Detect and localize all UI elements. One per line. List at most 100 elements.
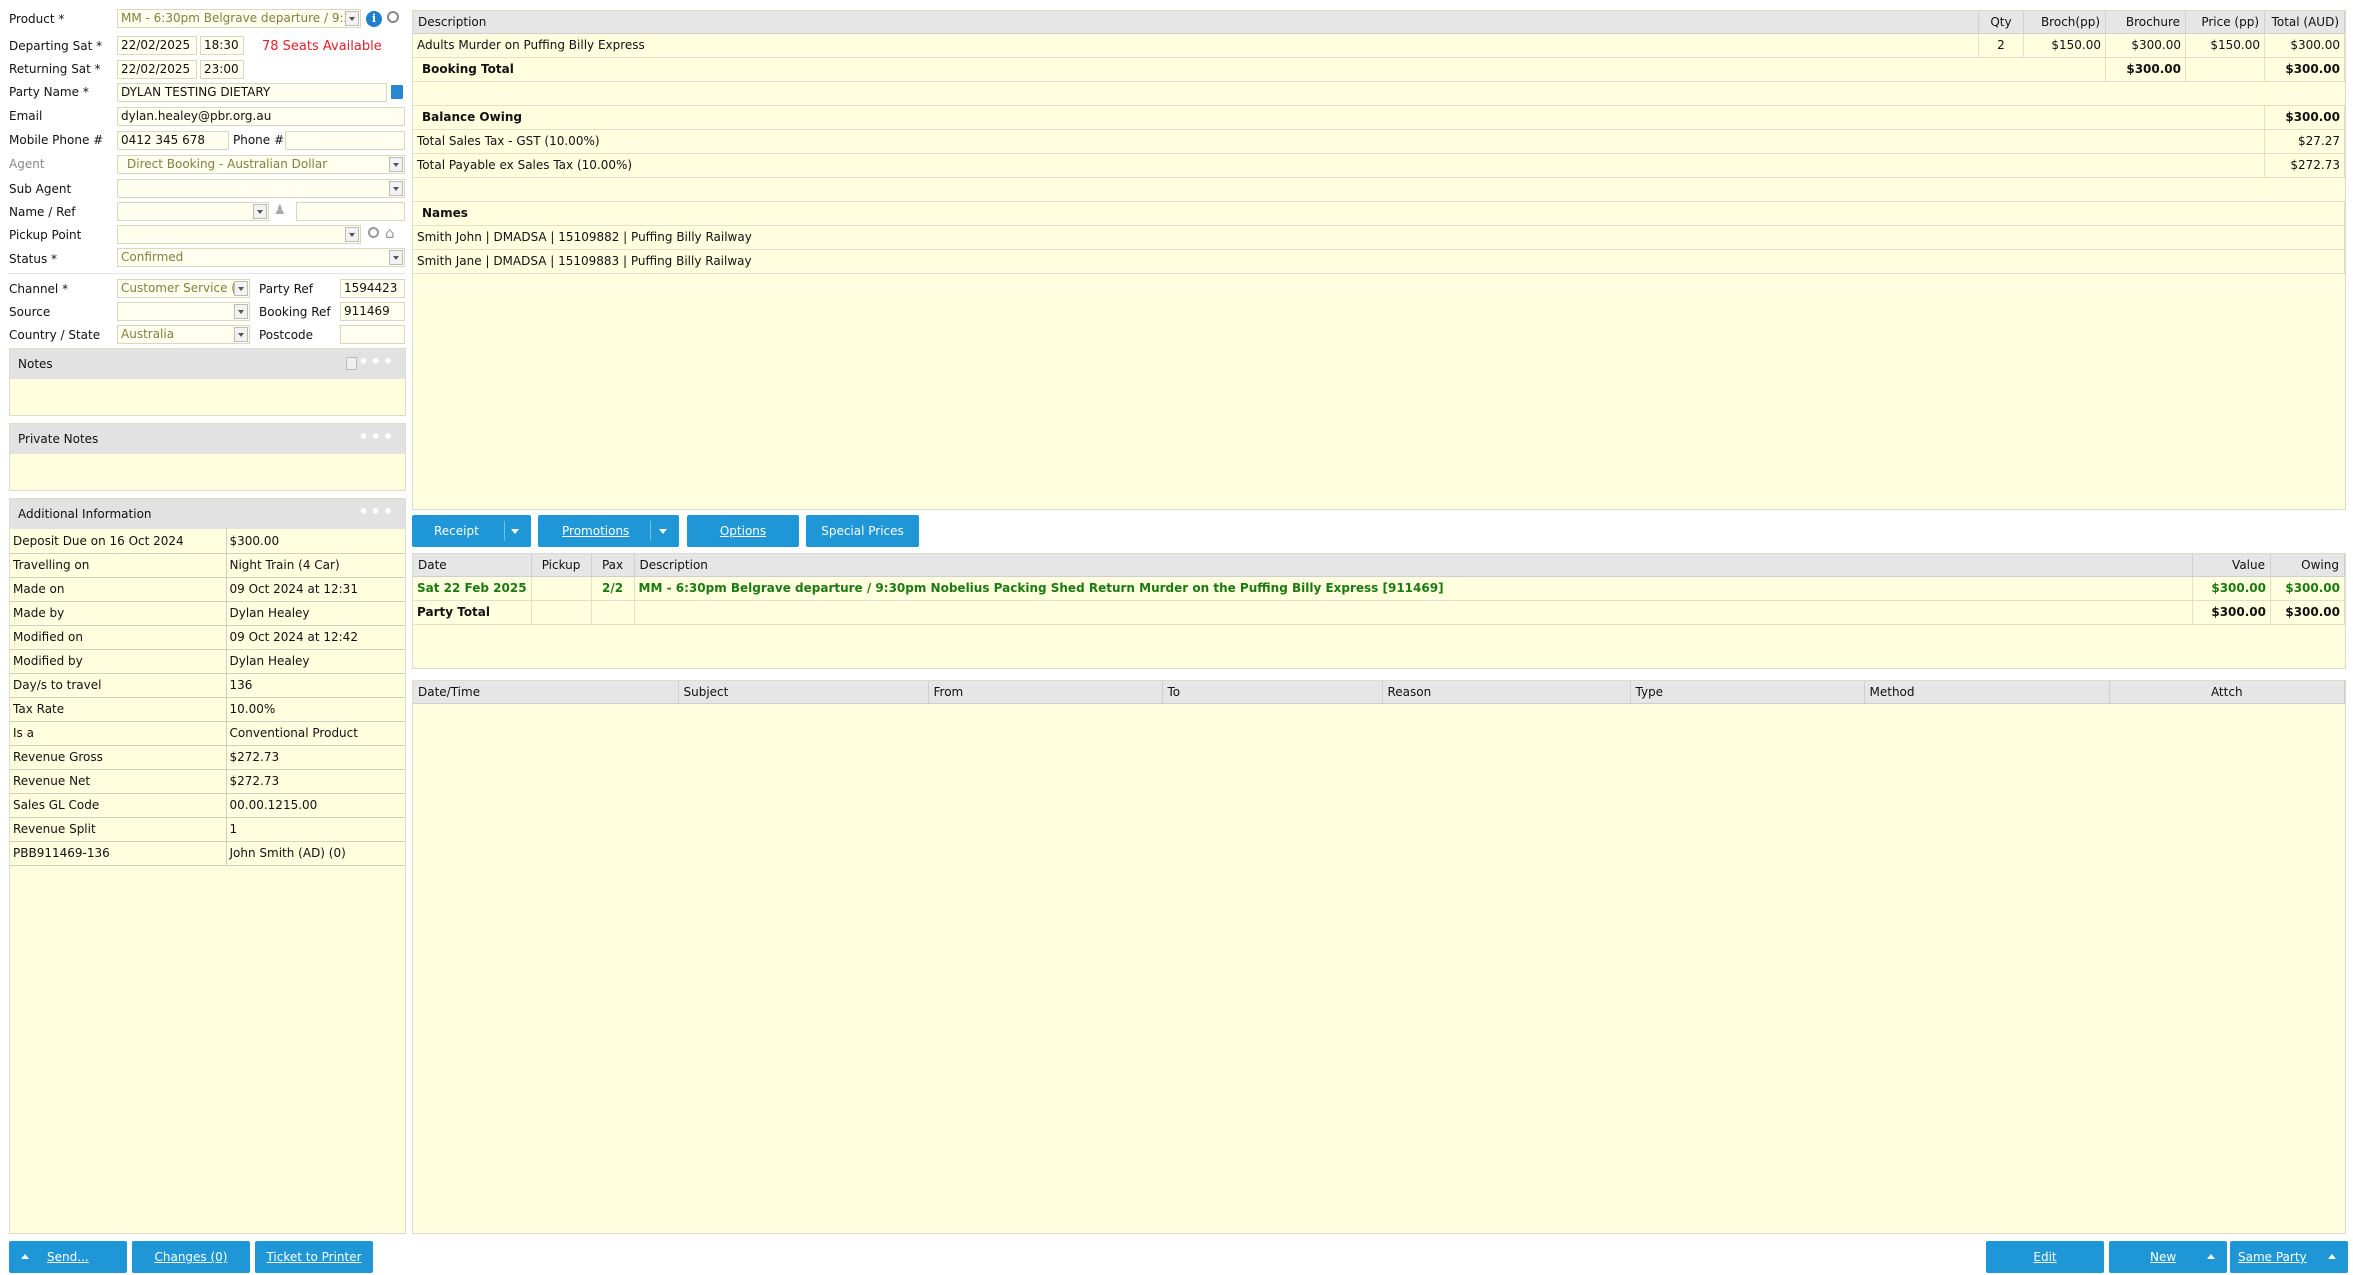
email-field[interactable]: dylan.healey@pbr.org.au xyxy=(117,107,405,126)
chevron-down-icon[interactable] xyxy=(389,157,403,172)
mobile-field[interactable]: 0412 345 678 xyxy=(117,131,229,150)
country-value: Australia xyxy=(121,327,175,341)
party-ref-field[interactable]: 1594423 xyxy=(340,279,405,298)
info-value: John Smith (AD) (0) xyxy=(226,841,405,866)
chevron-down-icon[interactable] xyxy=(345,11,359,26)
postcode-field[interactable] xyxy=(340,325,405,344)
name-ref-select[interactable] xyxy=(117,202,269,221)
info-key: Revenue Net xyxy=(10,769,227,794)
booking-ref-field[interactable]: 911469 xyxy=(340,302,405,321)
changes-button[interactable]: Changes (0) xyxy=(132,1241,250,1273)
source-select[interactable] xyxy=(117,302,250,321)
col-subject[interactable]: Subject xyxy=(678,681,929,704)
name-ref-field[interactable] xyxy=(296,202,405,221)
departing-time-field[interactable]: 18:30 xyxy=(200,36,244,55)
col-from[interactable]: From xyxy=(928,681,1163,704)
col-method[interactable]: Method xyxy=(1864,681,2110,704)
edit-button[interactable]: Edit xyxy=(1986,1241,2104,1273)
col-to[interactable]: To xyxy=(1162,681,1383,704)
list-item[interactable]: Smith Jane | DMADSA | 15109883 | Puffing… xyxy=(413,249,2345,274)
col-date[interactable]: Date xyxy=(413,554,532,577)
col-description[interactable]: Description xyxy=(634,554,2194,577)
col-owing[interactable]: Owing xyxy=(2270,554,2345,577)
col-qty[interactable]: Qty xyxy=(1978,11,2024,34)
col-value[interactable]: Value xyxy=(2192,554,2271,577)
item-total: $300.00 xyxy=(2264,33,2345,58)
ex-tax-value: $272.73 xyxy=(2264,153,2345,178)
chevron-down-icon[interactable] xyxy=(234,327,248,342)
col-attch[interactable]: Attch xyxy=(2109,681,2345,704)
notes-panel[interactable]: Notes ••• xyxy=(9,348,406,416)
divider xyxy=(9,273,405,274)
contacts-icon[interactable]: ♟ xyxy=(274,204,290,218)
more-icon[interactable]: ••• xyxy=(358,424,395,450)
pickup-select[interactable] xyxy=(117,225,361,244)
options-button[interactable]: Options xyxy=(687,515,799,547)
departing-label: Departing Sat * xyxy=(9,39,103,53)
returning-time-field[interactable]: 23:00 xyxy=(200,60,244,79)
country-select[interactable]: Australia xyxy=(117,325,250,344)
table-row: Tax Rate 10.00% xyxy=(10,697,405,722)
chevron-down-icon[interactable] xyxy=(511,529,519,534)
promotions-button[interactable]: Promotions xyxy=(538,515,679,547)
search-icon[interactable] xyxy=(387,11,399,23)
departing-date-field[interactable]: 22/02/2025 xyxy=(117,36,197,55)
chevron-down-icon[interactable] xyxy=(659,529,667,534)
returning-date-field[interactable]: 22/02/2025 xyxy=(117,60,197,79)
chevron-down-icon[interactable] xyxy=(234,304,248,319)
table-row[interactable]: Adults Murder on Puffing Billy Express 2… xyxy=(413,33,2345,58)
chevron-up-icon[interactable] xyxy=(2328,1254,2336,1259)
info-value: Dylan Healey xyxy=(226,601,405,626)
table-row: Travelling on Night Train (4 Car) xyxy=(10,553,405,578)
phone-label: Phone # xyxy=(233,133,285,147)
party-name-field[interactable]: DYLAN TESTING DIETARY xyxy=(117,83,387,102)
table-row: Revenue Split 1 xyxy=(10,817,405,842)
col-pickup[interactable]: Pickup xyxy=(531,554,592,577)
col-brochure[interactable]: Brochure xyxy=(2105,11,2186,34)
col-total[interactable]: Total (AUD) xyxy=(2264,11,2345,34)
product-value: MM - 6:30pm Belgrave departure / 9:3 xyxy=(121,11,352,25)
chevron-down-icon[interactable] xyxy=(345,227,359,242)
info-key: Modified by xyxy=(10,649,227,674)
chevron-down-icon[interactable] xyxy=(389,250,403,265)
chevron-down-icon[interactable] xyxy=(253,204,267,219)
status-select[interactable]: Confirmed xyxy=(117,248,405,267)
col-description[interactable]: Description xyxy=(413,11,1979,34)
col-broch-pp[interactable]: Broch(pp) xyxy=(2023,11,2106,34)
tax-label: Total Sales Tax - GST (10.00%) xyxy=(413,129,2265,154)
send-button[interactable]: Send... xyxy=(9,1241,127,1273)
agent-select[interactable]: Direct Booking - Australian Dollar xyxy=(117,155,405,174)
product-select[interactable]: MM - 6:30pm Belgrave departure / 9:3 xyxy=(117,9,361,28)
col-datetime[interactable]: Date/Time xyxy=(413,681,679,704)
party-ref-label: Party Ref xyxy=(259,282,314,296)
col-pax[interactable]: Pax xyxy=(591,554,635,577)
receipt-button[interactable]: Receipt xyxy=(412,515,531,547)
chevron-down-icon[interactable] xyxy=(234,281,248,296)
chevron-up-icon[interactable] xyxy=(2207,1254,2215,1259)
home-icon[interactable]: ⌂ xyxy=(385,224,395,242)
special-prices-button[interactable]: Special Prices xyxy=(806,515,919,547)
chevron-down-icon[interactable] xyxy=(389,181,403,196)
col-price-pp[interactable]: Price (pp) xyxy=(2185,11,2265,34)
col-type[interactable]: Type xyxy=(1630,681,1865,704)
private-notes-panel[interactable]: Private Notes ••• xyxy=(9,423,406,491)
tax-value: $27.27 xyxy=(2264,129,2345,154)
copy-icon[interactable] xyxy=(346,357,357,370)
channel-select[interactable]: Customer Service ( xyxy=(117,279,250,298)
table-row: Is a Conventional Product xyxy=(10,721,405,746)
more-icon[interactable]: ••• xyxy=(358,349,395,375)
search-icon[interactable] xyxy=(368,227,379,238)
phone-field[interactable] xyxy=(285,131,405,150)
document-icon[interactable] xyxy=(391,85,403,99)
list-item[interactable]: Smith John | DMADSA | 15109882 | Puffing… xyxy=(413,225,2345,250)
info-icon[interactable]: i xyxy=(366,11,382,27)
ticket-to-printer-button[interactable]: Ticket to Printer xyxy=(255,1241,373,1273)
more-icon[interactable]: ••• xyxy=(358,499,395,525)
info-value: $272.73 xyxy=(226,745,405,770)
col-reason[interactable]: Reason xyxy=(1382,681,1631,704)
subagent-select[interactable] xyxy=(117,179,405,198)
info-key: Revenue Gross xyxy=(10,745,227,770)
new-button[interactable]: New xyxy=(2109,1241,2227,1273)
same-party-button[interactable]: Same Party xyxy=(2230,1241,2348,1273)
table-row[interactable]: Sat 22 Feb 2025 2/2 MM - 6:30pm Belgrave… xyxy=(413,576,2345,601)
